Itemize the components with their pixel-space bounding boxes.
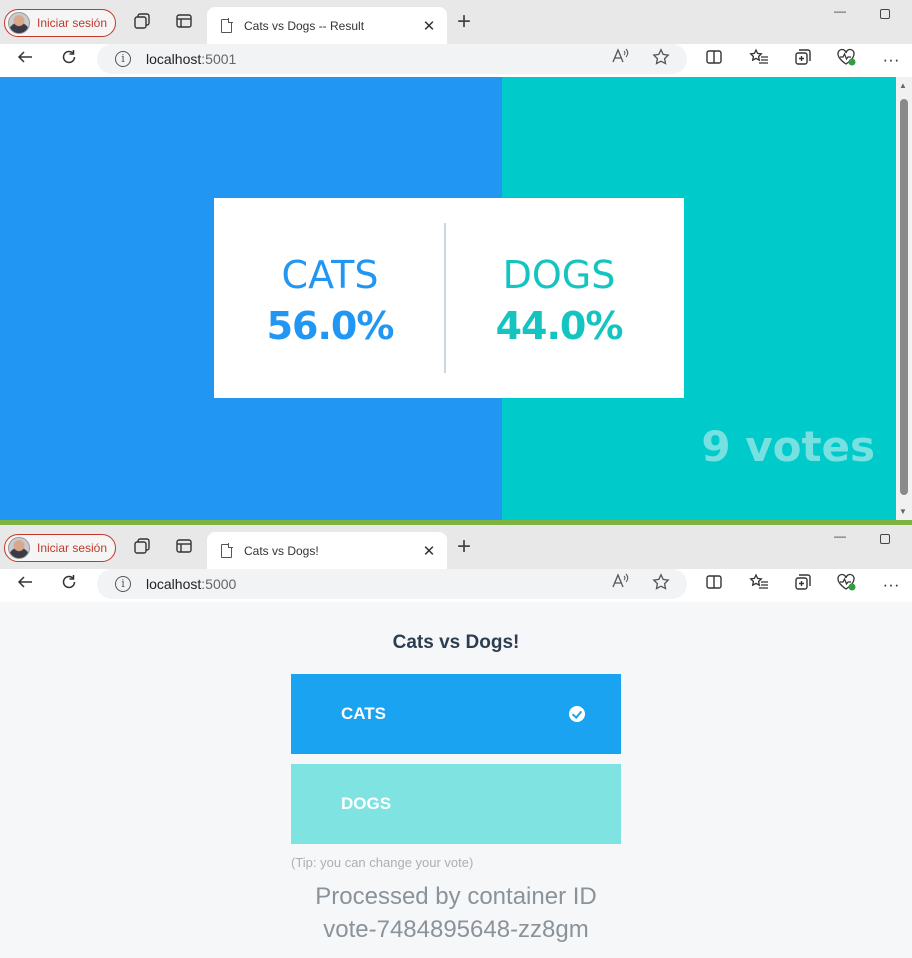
scroll-down-arrow-icon[interactable]: ▼: [899, 507, 907, 516]
tab-actions-icon[interactable]: [174, 12, 194, 32]
new-tab-button[interactable]: +: [452, 9, 476, 35]
collections-icon[interactable]: [791, 573, 815, 597]
scroll-thumb[interactable]: [900, 99, 908, 495]
result-browser-window: Iniciar sesión Cats vs Dogs -- Result ✕ …: [0, 0, 912, 520]
refresh-icon[interactable]: [57, 573, 81, 597]
processed-label: Processed by container ID: [315, 883, 597, 910]
tab-strip: Iniciar sesión Cats vs Dogs -- Result ✕ …: [0, 0, 912, 44]
split-screen-icon[interactable]: [702, 48, 726, 72]
read-aloud-icon[interactable]: [609, 573, 631, 595]
cats-label: CATS: [281, 253, 379, 297]
more-options-icon[interactable]: ···: [879, 48, 903, 72]
workspaces-icon[interactable]: [132, 12, 152, 32]
vote-dogs-button[interactable]: DOGS: [291, 764, 621, 844]
favorites-icon[interactable]: [747, 48, 771, 72]
maximize-button[interactable]: [880, 9, 890, 19]
avatar: [8, 12, 30, 34]
vote-cats-label: CATS: [341, 704, 387, 723]
more-options-icon[interactable]: ···: [879, 573, 903, 597]
card-divider: [444, 223, 446, 373]
vote-cats-button[interactable]: CATS: [291, 674, 621, 754]
vote-browser-window: Iniciar sesión Cats vs Dogs! ✕ + — i loc…: [0, 525, 912, 958]
url-text: localhost:5000: [146, 576, 237, 592]
address-bar[interactable]: i localhost:5000: [97, 569, 687, 599]
minimize-button[interactable]: —: [832, 529, 848, 543]
profile-button[interactable]: Iniciar sesión: [4, 9, 116, 37]
close-tab-icon[interactable]: ✕: [421, 17, 437, 35]
back-icon[interactable]: [13, 48, 37, 72]
navigation-toolbar: i localhost:5001 ···: [0, 44, 912, 77]
info-icon[interactable]: i: [115, 576, 131, 592]
info-icon[interactable]: i: [115, 51, 131, 67]
page-title: Cats vs Dogs!: [392, 632, 520, 653]
tab-vote[interactable]: Cats vs Dogs! ✕: [207, 532, 447, 569]
dogs-result: DOGS 44.0%: [459, 250, 659, 352]
dogs-label: DOGS: [502, 253, 616, 297]
favorite-star-icon[interactable]: [650, 573, 672, 595]
profile-button[interactable]: Iniciar sesión: [4, 534, 116, 562]
cats-percent: 56.0%: [266, 304, 395, 348]
dogs-percent: 44.0%: [495, 304, 624, 348]
favorites-icon[interactable]: [747, 573, 771, 597]
votes-count: 9 votes: [701, 422, 875, 471]
vertical-scrollbar[interactable]: ▲ ▼: [896, 77, 912, 520]
browser-essentials-icon[interactable]: [835, 48, 859, 72]
avatar: [8, 537, 30, 559]
tab-result[interactable]: Cats vs Dogs -- Result ✕: [207, 7, 447, 44]
maximize-button[interactable]: [880, 534, 890, 544]
profile-label: Iniciar sesión: [37, 541, 108, 555]
cats-result: CATS 56.0%: [230, 250, 430, 352]
container-id: vote-7484895648-zz8gm: [323, 916, 589, 943]
back-icon[interactable]: [13, 573, 37, 597]
page-icon: [221, 543, 233, 558]
address-bar[interactable]: i localhost:5001: [97, 44, 687, 74]
favorite-star-icon[interactable]: [650, 48, 672, 70]
minimize-button[interactable]: —: [832, 4, 848, 18]
tab-title: Cats vs Dogs -- Result: [244, 18, 365, 33]
refresh-icon[interactable]: [57, 48, 81, 72]
check-circle-icon: [569, 706, 585, 722]
new-tab-button[interactable]: +: [452, 534, 476, 560]
results-card: CATS 56.0% DOGS 44.0%: [214, 198, 684, 398]
scroll-up-arrow-icon[interactable]: ▲: [899, 81, 907, 90]
profile-label: Iniciar sesión: [37, 16, 108, 30]
tab-strip: Iniciar sesión Cats vs Dogs! ✕ + —: [0, 525, 912, 569]
vote-page: Cats vs Dogs! CATS DOGS (Tip: you can ch…: [0, 602, 912, 958]
workspaces-icon[interactable]: [132, 537, 152, 557]
tip-text: (Tip: you can change your vote): [291, 855, 474, 870]
result-page: CATS 56.0% DOGS 44.0% 9 votes ▲ ▼: [0, 77, 912, 520]
vote-dogs-label: DOGS: [341, 794, 392, 813]
split-screen-icon[interactable]: [702, 573, 726, 597]
url-text: localhost:5001: [146, 51, 237, 67]
page-icon: [221, 18, 233, 33]
close-tab-icon[interactable]: ✕: [421, 542, 437, 560]
read-aloud-icon[interactable]: [609, 48, 631, 70]
container-info: Processed by container ID vote-748489564…: [0, 880, 912, 946]
collections-icon[interactable]: [791, 48, 815, 72]
tab-actions-icon[interactable]: [174, 537, 194, 557]
tab-title: Cats vs Dogs!: [244, 543, 319, 558]
navigation-toolbar: i localhost:5000 ···: [0, 569, 912, 602]
browser-essentials-icon[interactable]: [835, 573, 859, 597]
